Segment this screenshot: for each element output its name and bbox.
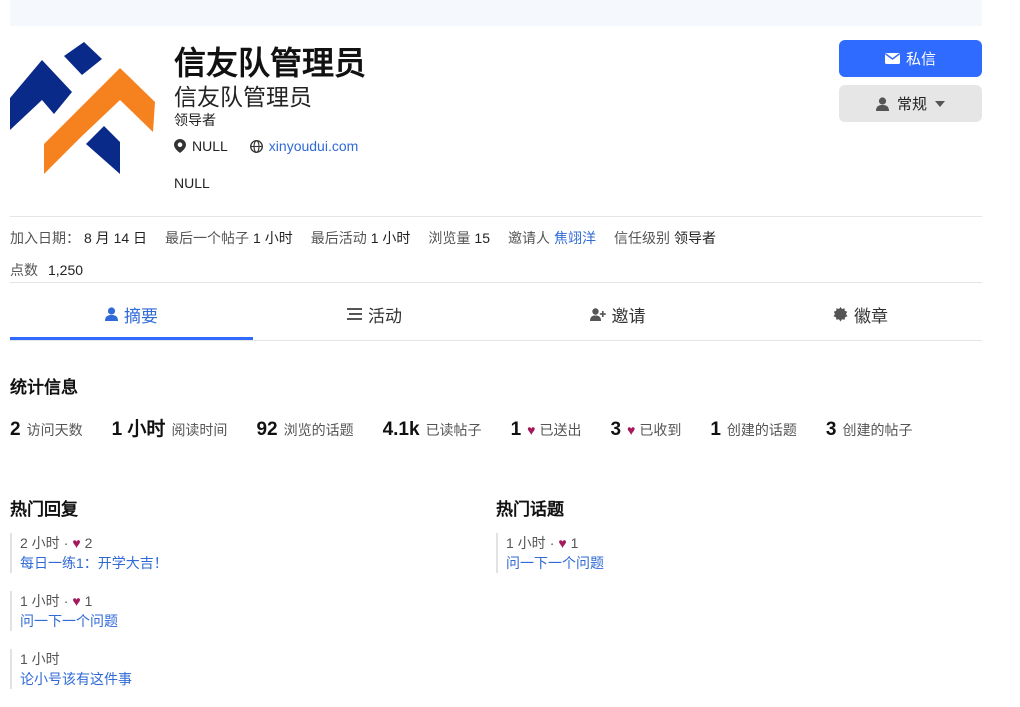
heart-icon: ♥ [558,535,567,551]
tab-activity[interactable]: 活动 [253,288,496,340]
globe-icon [249,139,263,153]
like-count: 2 [84,535,93,551]
reply-time: 1 小时 [20,593,60,609]
notification-level-label: 常规 [896,96,927,113]
user-icon [875,96,889,111]
list-item: 1 小时 · ♥ 1 问一下一个问题 [10,591,470,631]
like-count: 1 [84,593,93,609]
top-replies-list: 2 小时 · ♥ 2 每日一练1：开学大吉！ 1 小时 · ♥ 1 问一下一个问题 1 小时… [10,533,470,707]
last-active: 最后活动 1 小时 [310,230,411,246]
list-item: 2 小时 · ♥ 2 每日一练1：开学大吉！ [10,533,470,573]
website-link[interactable]: xinyoudui.com [269,138,359,154]
avatar[interactable] [10,40,155,175]
stats-title: 统计信息 [10,378,78,397]
stat-topics-created: 1 创建的话题 [710,419,797,440]
stat-days-visited: 2 访问天数 [10,419,83,440]
envelope-icon [884,53,900,64]
stat-posts-created: 3 创建的帖子 [825,419,913,440]
list-item: 1 小时 · ♥ 1 问一下一个问题 [496,533,956,573]
invited-by-link[interactable]: 焦翊洋 [554,230,596,246]
stat-posts-read: 4.1k 已读帖子 [382,419,482,440]
profile-full-name: 信友队管理员 [174,84,312,110]
location-text: NULL [192,138,228,154]
like-count: 1 [570,535,579,551]
stats-summary: 2 访问天数 1 小时 阅读时间 92 浏览的话题 4.1k 已读帖子 1 ♥ 已送出 3 ♥… [10,414,942,441]
message-button[interactable]: 私信 [839,40,982,77]
reply-time: 1 小时 [20,651,60,667]
heart-icon: ♥ [527,422,536,438]
joined-date: 加入日期： 8 月 14 日 [10,230,148,246]
top-topics-list: 1 小时 · ♥ 1 问一下一个问题 [496,533,956,591]
tab-invites-label: 邀请 [611,306,646,326]
tab-activity-label: 活动 [368,306,402,326]
heart-icon: ♥ [72,593,81,609]
reply-topic-link[interactable]: 问一下一个问题 [20,611,470,631]
trust-level: 信任级别 领导者 [613,230,716,246]
reply-topic-link[interactable]: 每日一练1：开学大吉！ [20,553,470,573]
heart-icon: ♥ [72,535,81,551]
tab-summary[interactable]: 摘要 [10,288,253,340]
tab-summary-label: 摘要 [124,306,158,326]
stat-likes-given: 1 ♥ 已送出 [510,419,582,440]
tab-invites[interactable]: 邀请 [496,288,739,340]
list-item: 1 小时 论小号该有这件事 [10,649,470,689]
stat-time-read: 1 小时 阅读时间 [111,419,228,440]
divider [10,340,982,341]
certificate-icon [833,306,848,322]
map-marker-icon [174,139,186,153]
view-count: 浏览量 15 [428,230,490,246]
list-icon [347,308,362,320]
user-plus-icon [589,307,606,321]
tab-badges-label: 徽章 [854,306,888,326]
topic-link[interactable]: 问一下一个问题 [506,553,956,573]
user-meta-row: 加入日期： 8 月 14 日 最后一个帖子 1 小时 最后活动 1 小时 浏览量 15 … [10,228,716,248]
invited-by: 邀请人 焦翊洋 [507,230,596,246]
divider [10,282,982,283]
last-post: 最后一个帖子 1 小时 [165,230,293,246]
profile-title: 领导者 [174,112,216,128]
stat-topics-viewed: 92 浏览的话题 [256,419,354,440]
divider [10,216,982,217]
top-replies-title: 热门回复 [10,500,78,519]
reply-time: 2 小时 [20,535,60,551]
user-icon [105,307,118,321]
profile-bio: NULL [174,175,210,191]
top-topics-title: 热门话题 [496,500,564,519]
notification-level-button[interactable]: 常规 [839,85,982,122]
reply-topic-link[interactable]: 论小号该有这件事 [20,669,470,689]
top-strip [10,0,982,26]
profile-location-website: NULL xinyoudui.com [174,138,358,154]
stat-likes-received: 3 ♥ 已收到 [610,419,682,440]
caret-down-icon [935,100,945,107]
message-button-label: 私信 [905,51,936,68]
points: 点数 1,250 [10,262,84,278]
profile-tabs: 摘要 活动 邀请 徽章 [10,288,982,340]
points-row: 点数 1,250 [10,260,83,280]
heart-icon: ♥ [627,422,636,438]
tab-badges[interactable]: 徽章 [739,288,982,340]
logo-icon [10,42,155,174]
topic-time: 1 小时 [506,535,546,551]
